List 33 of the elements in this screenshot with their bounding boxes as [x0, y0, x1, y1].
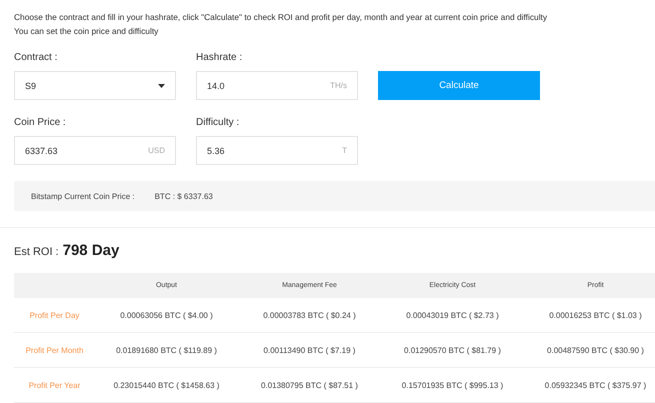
field-label: Contract :: [14, 51, 58, 65]
table-cell: 0.15701935 BTC ( $995.13 ): [381, 368, 524, 403]
field-label: Difficulty :: [196, 116, 240, 130]
unit-label: TH/s: [330, 81, 347, 90]
instruction-text: Choose the contract and fill in your hashrate, click "Calculate" to check ROI and profit per day, month and year at current coin price and difficulty: [14, 11, 548, 23]
row-label: Profit Per Month: [14, 333, 95, 368]
unit-label: USD: [148, 146, 165, 155]
caret-icon: [158, 84, 165, 88]
row-label: Profit Per Day: [14, 298, 95, 333]
table-cell: 0.00487590 BTC ( $30.90 ): [524, 333, 655, 368]
table-cell: 0.23015440 BTC ( $1458.63 ): [95, 368, 238, 403]
input-field[interactable]: 6337.63 USD: [14, 136, 176, 165]
contract-select[interactable]: S9: [14, 71, 176, 100]
table-cell: 0.00113490 BTC ( $7.19 ): [238, 333, 381, 368]
instruction-text: You can set the coin price and difficulty: [14, 25, 160, 37]
unit-label: T: [342, 146, 347, 155]
table-cell: 0.00003783 BTC ( $0.24 ): [238, 298, 381, 333]
table-cell: 0.01891680 BTC ( $119.89 ): [95, 333, 238, 368]
field-label: Coin Price :: [14, 116, 67, 130]
row-label: Profit Per Year: [14, 368, 95, 403]
price-label: Bitstamp Current Coin Price :: [31, 192, 135, 200]
field-label: Hashrate :: [196, 51, 244, 65]
table-cell: 0.00016253 BTC ( $1.03 ): [524, 298, 655, 333]
price-value: BTC : $ 6337.63: [154, 192, 213, 200]
table-cell: 0.00043019 BTC ( $2.73 ): [381, 298, 524, 333]
table-cell: 0.05932345 BTC ( $375.97 ): [524, 368, 655, 403]
roi-value: 798 Day: [62, 242, 120, 259]
input-field[interactable]: 5.36 T: [196, 136, 358, 165]
roi-label: Est ROI :: [14, 246, 59, 258]
input-field[interactable]: 14.0 TH/s: [196, 71, 358, 100]
table-cell: 0.01290570 BTC ( $81.79 ): [381, 333, 524, 368]
table-cell: 0.00063056 BTC ( $4.00 ): [95, 298, 238, 333]
table-cell: 0.01380795 BTC ( $87.51 ): [238, 368, 381, 403]
